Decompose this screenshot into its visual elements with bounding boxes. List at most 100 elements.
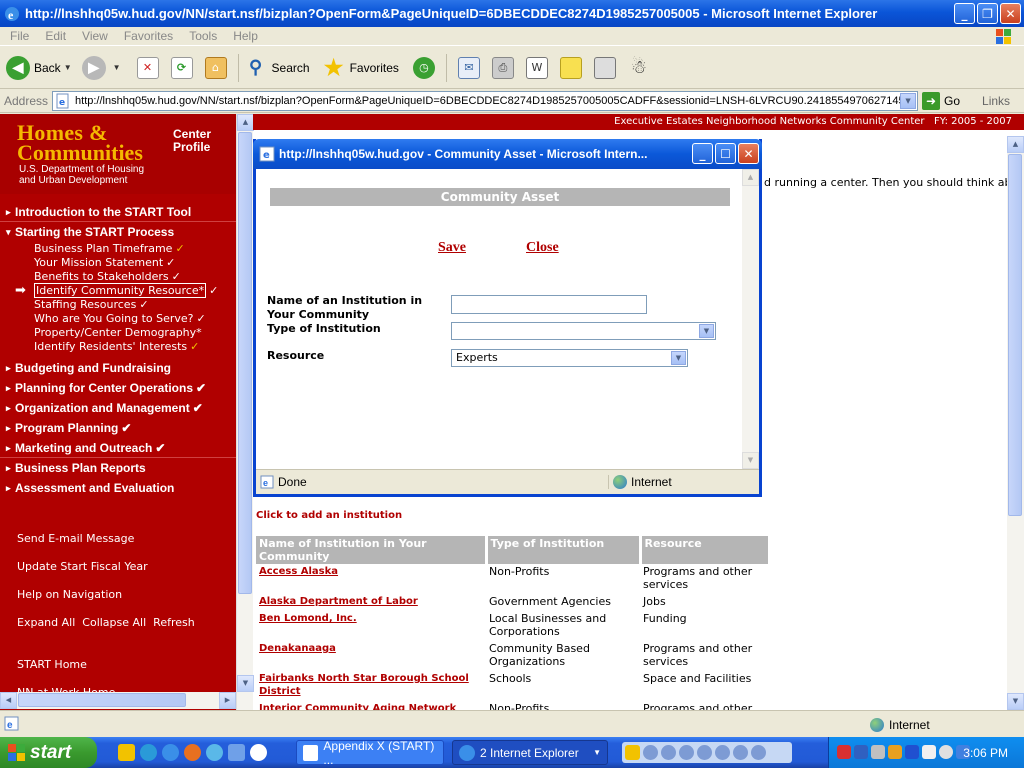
nav-sub-item[interactable]: Staffing Resources ✓	[0, 298, 236, 312]
nav-budgeting[interactable]: Budgeting and Fundraising	[0, 358, 236, 378]
quick-launch-icon[interactable]	[118, 744, 135, 761]
media-control-icon[interactable]	[715, 745, 730, 760]
links-toolbar[interactable]: Links	[982, 94, 1010, 108]
ie-icon[interactable]	[162, 744, 179, 761]
nav-sub-item[interactable]: Who are You Going to Serve? ✓	[0, 312, 236, 326]
media-control-icon[interactable]	[751, 745, 766, 760]
chevron-down-icon[interactable]: ▼	[699, 324, 714, 338]
tray-icon[interactable]	[837, 745, 851, 759]
institution-link[interactable]: Alaska Department of Labor	[256, 594, 486, 611]
tray-icon[interactable]	[922, 745, 936, 759]
nav-sub-item[interactable]: Your Mission Statement ✓	[0, 256, 236, 270]
tray-icon[interactable]	[939, 745, 953, 759]
device-icon[interactable]	[593, 56, 616, 79]
media-control-icon[interactable]	[679, 745, 694, 760]
institution-link[interactable]: Fairbanks North Star Borough School Dist…	[256, 671, 486, 701]
media-control-icon[interactable]	[697, 745, 712, 760]
scroll-right-button[interactable]: ▶	[219, 692, 236, 709]
maximize-button[interactable]: ❐	[977, 3, 998, 24]
scroll-thumb[interactable]	[18, 693, 186, 707]
nav-reports[interactable]: Business Plan Reports	[0, 458, 236, 478]
chevron-down-icon[interactable]: ▼	[671, 351, 686, 365]
media-icon[interactable]	[250, 744, 267, 761]
help-navigation-link[interactable]: Help on Navigation	[17, 588, 195, 616]
start-home-link[interactable]: START Home	[17, 658, 195, 686]
nav-assessment[interactable]: Assessment and Evaluation	[0, 478, 236, 498]
note-icon[interactable]	[559, 56, 582, 79]
refresh-link[interactable]: Refresh	[153, 616, 195, 629]
print-icon[interactable]: ⎙	[491, 56, 514, 79]
save-button[interactable]: Save	[438, 240, 466, 256]
menu-edit[interactable]: Edit	[37, 29, 74, 43]
left-frame-scrollbar[interactable]: ▲ ▼	[236, 114, 254, 710]
nav-sub-item[interactable]: Property/Center Demography*	[0, 326, 236, 340]
expand-all-link[interactable]: Expand All	[17, 616, 75, 629]
close-button[interactable]: Close	[526, 240, 559, 256]
scroll-down-button[interactable]: ▼	[1007, 693, 1024, 710]
nav-organization[interactable]: Organization and Management✔	[0, 398, 236, 418]
nav-sub-item[interactable]: Benefits to Stakeholders ✓	[0, 270, 236, 284]
tray-icon[interactable]	[905, 745, 919, 759]
menu-tools[interactable]: Tools	[181, 29, 225, 43]
tray-icon[interactable]	[888, 745, 902, 759]
favorites-button[interactable]: ★ Favorites	[322, 55, 399, 80]
institution-name-input[interactable]	[451, 295, 647, 314]
media-control-icon[interactable]	[643, 745, 658, 760]
close-window-button[interactable]: ✕	[1000, 3, 1021, 24]
home-icon[interactable]: ⌂	[204, 56, 227, 79]
stop-icon[interactable]: ✕	[136, 56, 159, 79]
quick-launch-icon[interactable]	[140, 744, 157, 761]
go-button[interactable]: ➜ Go	[922, 91, 960, 110]
scroll-up-button[interactable]: ▲	[1007, 136, 1024, 153]
search-button[interactable]: ⚲ Search	[244, 56, 310, 80]
menu-file[interactable]: File	[2, 29, 37, 43]
resource-select[interactable]: Experts ▼	[451, 349, 688, 367]
quick-launch-icon[interactable]	[206, 744, 223, 761]
scroll-down-button[interactable]: ▼	[237, 675, 254, 692]
chevron-down-icon[interactable]: ▼	[900, 92, 917, 109]
nav-sub-item[interactable]: Identify Residents' Interests ✓	[0, 340, 236, 354]
scroll-thumb[interactable]	[238, 132, 252, 594]
institution-link[interactable]: Denakanaaga	[256, 641, 486, 671]
center-profile-link[interactable]: Center Profile	[173, 128, 211, 154]
history-icon[interactable]: ◷	[412, 56, 435, 79]
update-fiscal-year-link[interactable]: Update Start Fiscal Year	[17, 560, 195, 588]
main-frame-scrollbar[interactable]: ▲ ▼	[1007, 136, 1024, 710]
scroll-up-button[interactable]: ▲	[742, 169, 759, 186]
nav-program-planning[interactable]: Program Planning✔	[0, 418, 236, 438]
quick-launch-icon[interactable]	[228, 744, 245, 761]
tray-icon[interactable]	[854, 745, 868, 759]
scroll-up-button[interactable]: ▲	[237, 114, 254, 131]
firefox-icon[interactable]	[184, 744, 201, 761]
media-control-icon[interactable]	[661, 745, 676, 760]
popup-scrollbar[interactable]: ▲ ▼	[742, 169, 759, 469]
mail-icon[interactable]: ✉	[457, 56, 480, 79]
institution-link[interactable]: Ben Lomond, Inc.	[256, 611, 486, 641]
taskbar-item-ie[interactable]: 2 Internet Explorer ▼	[452, 740, 608, 765]
nav-planning[interactable]: Planning for Center Operations✔	[0, 378, 236, 398]
scroll-thumb[interactable]	[1008, 154, 1022, 516]
nav-starting[interactable]: Starting the START Process	[0, 222, 236, 242]
media-control-icon[interactable]	[733, 745, 748, 760]
messenger-icon[interactable]: ☃	[628, 57, 650, 79]
scroll-left-button[interactable]: ◀	[0, 692, 17, 709]
chevron-down-icon[interactable]: ▼	[64, 63, 72, 72]
collapse-all-link[interactable]: Collapse All	[82, 616, 146, 629]
taskbar-item-word[interactable]: Appendix X (START) ...	[296, 739, 444, 767]
menu-favorites[interactable]: Favorites	[116, 29, 181, 43]
address-input[interactable]: e http://lnshhq05w.hud.gov/NN/start.nsf/…	[52, 90, 919, 111]
forward-button[interactable]: ▶ ▼	[81, 55, 127, 80]
nav-intro[interactable]: Introduction to the START Tool	[0, 202, 236, 222]
menu-view[interactable]: View	[74, 29, 116, 43]
add-institution-link[interactable]: Click to add an institution	[256, 510, 402, 521]
scroll-down-button[interactable]: ▼	[742, 452, 759, 469]
left-frame-hscrollbar[interactable]: ◀ ▶	[0, 692, 236, 709]
edit-icon[interactable]: W	[525, 56, 548, 79]
menu-help[interactable]: Help	[225, 29, 266, 43]
institution-link[interactable]: Access Alaska	[256, 564, 486, 594]
refresh-icon[interactable]: ⟳	[170, 56, 193, 79]
chevron-down-icon[interactable]: ▼	[113, 63, 121, 72]
nav-sub-item-current[interactable]: ➡ Identify Community Resource* ✓	[0, 283, 236, 298]
start-button[interactable]: start	[0, 737, 97, 768]
nav-marketing[interactable]: Marketing and Outreach✔	[0, 438, 236, 458]
